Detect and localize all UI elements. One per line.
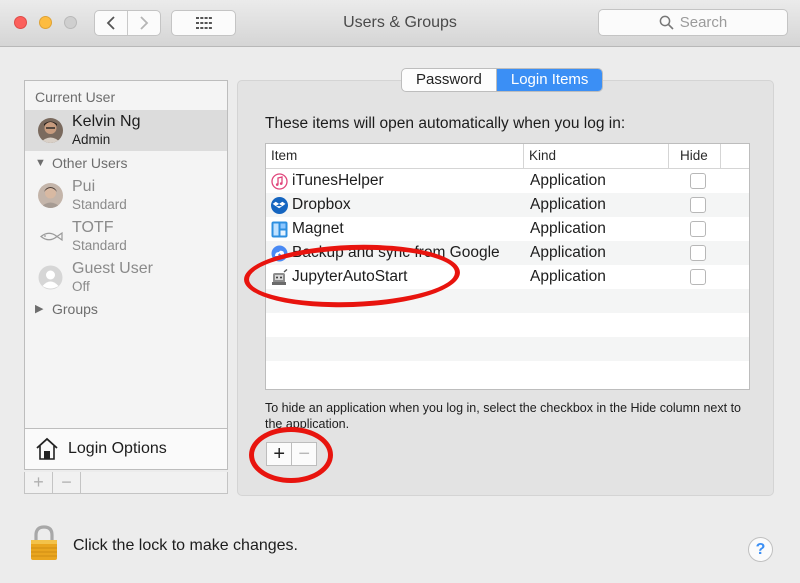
remove-user-button[interactable]: − bbox=[53, 472, 81, 493]
magnet-icon bbox=[271, 221, 288, 238]
avatar bbox=[38, 183, 63, 208]
help-button[interactable]: ? bbox=[748, 537, 773, 562]
search-field[interactable]: Search bbox=[598, 9, 788, 36]
user-name: TOTF bbox=[72, 219, 114, 236]
tab-password[interactable]: Password bbox=[402, 69, 496, 91]
table-row[interactable]: iTunesHelper Application bbox=[266, 169, 749, 193]
item-name: iTunesHelper bbox=[292, 172, 384, 189]
add-user-button[interactable]: + bbox=[25, 472, 53, 493]
login-items-add-remove: + − bbox=[266, 442, 317, 466]
avatar bbox=[38, 118, 63, 143]
back-button[interactable] bbox=[95, 11, 127, 35]
hide-hint-text: To hide an application when you log in, … bbox=[265, 401, 741, 431]
navigation-buttons bbox=[94, 10, 161, 36]
tab-bar: Password Login Items bbox=[401, 68, 604, 92]
forward-button[interactable] bbox=[127, 11, 160, 35]
user-role: Admin bbox=[72, 132, 111, 147]
column-header-item[interactable]: Item bbox=[266, 144, 524, 168]
user-role: Off bbox=[72, 279, 90, 294]
item-name: JupyterAutoStart bbox=[292, 268, 408, 285]
show-all-button[interactable] bbox=[171, 10, 236, 36]
zoom-window-button[interactable] bbox=[64, 16, 77, 29]
empty-row bbox=[266, 337, 749, 361]
user-role: Standard bbox=[72, 197, 127, 212]
search-placeholder: Search bbox=[679, 14, 728, 31]
table-body: iTunesHelper Application Dropbox Applica… bbox=[266, 169, 749, 385]
other-users-disclosure-icon[interactable]: ▼ bbox=[35, 157, 46, 169]
hide-checkbox[interactable] bbox=[690, 269, 706, 285]
lock-button[interactable] bbox=[29, 525, 59, 561]
house-icon bbox=[36, 437, 58, 460]
itunes-icon bbox=[271, 172, 288, 190]
guest-avatar-icon bbox=[38, 265, 63, 290]
item-name: Backup and sync from Google bbox=[292, 244, 500, 261]
fish-icon bbox=[38, 224, 63, 249]
table-row[interactable]: Backup and sync from Google Application bbox=[266, 241, 749, 265]
tab-login-items[interactable]: Login Items bbox=[495, 69, 603, 91]
current-user-header: Current User bbox=[35, 89, 116, 105]
table-row[interactable]: Magnet Application bbox=[266, 217, 749, 241]
search-icon bbox=[659, 15, 674, 30]
item-kind: Application bbox=[530, 268, 606, 285]
login-options-label: Login Options bbox=[68, 440, 167, 457]
dropbox-icon bbox=[271, 196, 288, 214]
automator-icon bbox=[271, 268, 288, 286]
groups-header: Groups bbox=[52, 301, 98, 317]
minimize-window-button[interactable] bbox=[39, 16, 52, 29]
table-header: Item Kind Hide bbox=[266, 144, 749, 169]
empty-row bbox=[266, 361, 749, 385]
item-kind: Application bbox=[530, 172, 606, 189]
add-login-item-button[interactable]: + bbox=[267, 443, 291, 465]
user-row-kelvin-ng[interactable]: Kelvin Ng Admin bbox=[25, 110, 227, 151]
column-header-hide[interactable]: Hide bbox=[669, 144, 721, 168]
hide-checkbox[interactable] bbox=[690, 197, 706, 213]
chevron-left-icon bbox=[106, 16, 115, 30]
user-name: Kelvin Ng bbox=[72, 113, 141, 130]
empty-row bbox=[266, 289, 749, 313]
table-row[interactable]: Dropbox Application bbox=[266, 193, 749, 217]
user-row-guest-user[interactable]: Guest User Off bbox=[25, 257, 227, 298]
column-header-kind[interactable]: Kind bbox=[524, 144, 669, 168]
grid-icon bbox=[195, 17, 212, 29]
user-row-totf[interactable]: TOTF Standard bbox=[25, 216, 227, 257]
window-title: Users & Groups bbox=[343, 14, 457, 31]
hide-checkbox[interactable] bbox=[690, 245, 706, 261]
title-bar: Users & Groups Search bbox=[0, 0, 800, 47]
login-options-item[interactable]: Login Options bbox=[25, 428, 227, 469]
close-window-button[interactable] bbox=[14, 16, 27, 29]
item-kind: Application bbox=[530, 244, 606, 261]
groups-disclosure-icon[interactable]: ▶ bbox=[35, 302, 43, 315]
lock-message: Click the lock to make changes. bbox=[73, 537, 298, 554]
users-sidebar: Current User Kelvin Ng Admin ▼ Other Use… bbox=[24, 80, 228, 470]
item-name: Dropbox bbox=[292, 196, 351, 213]
user-name: Guest User bbox=[72, 260, 153, 277]
other-users-header: Other Users bbox=[52, 155, 128, 171]
chevron-right-icon bbox=[140, 16, 149, 30]
google-backup-icon bbox=[271, 245, 288, 262]
item-kind: Application bbox=[530, 196, 606, 213]
item-kind: Application bbox=[530, 220, 606, 237]
item-name: Magnet bbox=[292, 220, 344, 237]
user-role: Standard bbox=[72, 238, 127, 253]
users-list: Current User Kelvin Ng Admin ▼ Other Use… bbox=[25, 81, 227, 428]
remove-login-item-button[interactable]: − bbox=[291, 443, 316, 465]
hide-checkbox[interactable] bbox=[690, 221, 706, 237]
login-items-table: Item Kind Hide iTunesHelper Application … bbox=[265, 143, 750, 390]
user-name: Pui bbox=[72, 178, 96, 195]
login-items-description: These items will open automatically when… bbox=[265, 115, 626, 132]
sidebar-add-remove: + − bbox=[24, 472, 228, 494]
lock-icon bbox=[31, 525, 57, 560]
hide-checkbox[interactable] bbox=[690, 173, 706, 189]
empty-row bbox=[266, 313, 749, 337]
user-row-pui[interactable]: Pui Standard bbox=[25, 175, 227, 216]
table-row[interactable]: JupyterAutoStart Application bbox=[266, 265, 749, 289]
